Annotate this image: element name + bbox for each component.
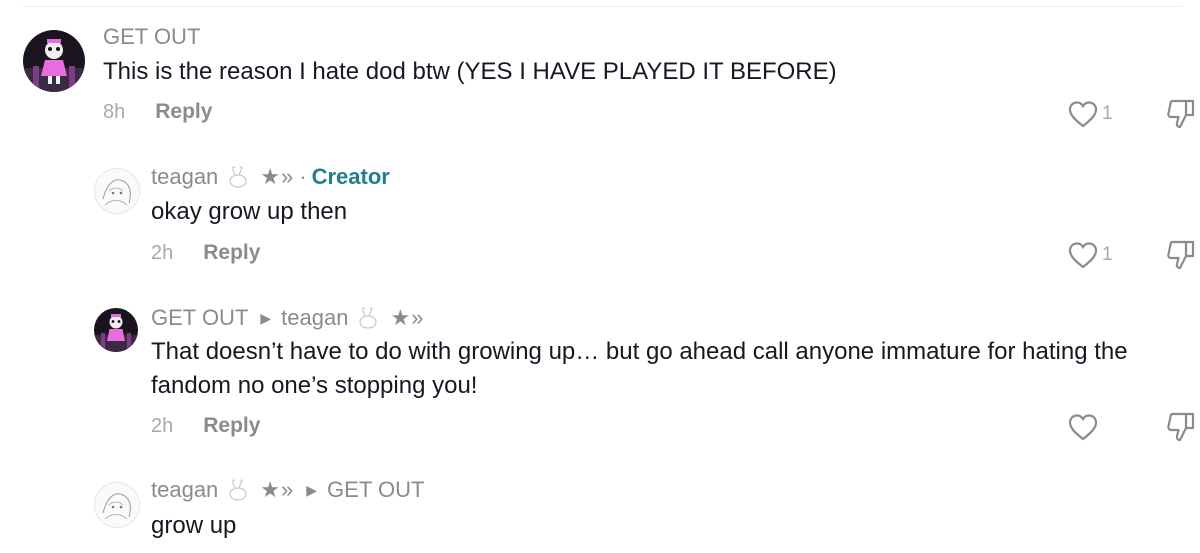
reply-button[interactable]: Reply (155, 100, 212, 123)
heart-icon (1068, 414, 1098, 441)
thumbs-down-icon (1167, 412, 1195, 442)
reply-username[interactable]: GET OUT (151, 305, 248, 331)
sketch-avatar-icon (95, 169, 139, 213)
thumbs-down-icon (1167, 99, 1195, 129)
like-button[interactable]: 1 (1068, 241, 1113, 269)
reply-text: That doesn’t have to do with growing up…… (151, 338, 1128, 399)
name-decoration: ★» (260, 477, 295, 502)
reply-username[interactable]: teagan (151, 477, 218, 503)
pink-character-avatar-icon (94, 308, 138, 352)
pink-character-avatar-icon (23, 30, 85, 92)
like-count: 1 (1102, 103, 1113, 124)
avatar[interactable] (94, 168, 140, 214)
heart-icon (1068, 101, 1098, 128)
like-count: 1 (1102, 244, 1113, 265)
reply-text: grow up (151, 512, 237, 539)
bunny-icon (229, 166, 247, 188)
comment-time: 8h (103, 101, 126, 123)
avatar[interactable] (94, 308, 138, 352)
thumbs-down-icon (1167, 240, 1195, 270)
comment-meta: 8h Reply (103, 100, 212, 124)
avatar[interactable] (94, 482, 140, 528)
reply-button[interactable]: Reply (203, 414, 260, 437)
creator-badge: Creator (311, 164, 390, 189)
avatar[interactable] (23, 30, 85, 92)
reply-username-line: teagan ★» ▶ GET OUT (151, 477, 424, 503)
name-decoration: ★» (260, 164, 295, 189)
reply-to-arrow: ▶ (306, 481, 318, 498)
bunny-icon (229, 479, 247, 501)
reply-username-line: GET OUT ▶ teagan ★» (151, 305, 424, 331)
reply-meta: 2h Reply (151, 241, 260, 265)
dislike-button[interactable] (1166, 411, 1196, 448)
reply-to-username[interactable]: GET OUT (327, 477, 424, 503)
like-button[interactable]: 1 (1068, 100, 1113, 128)
sketch-avatar-icon (95, 483, 139, 527)
bunny-icon (359, 307, 378, 329)
reply-time: 2h (151, 415, 174, 437)
separator: · (299, 164, 307, 189)
reply-username[interactable]: teagan (151, 164, 218, 190)
heart-icon (1068, 242, 1098, 269)
reply-username-line: teagan ★» · Creator (151, 164, 390, 190)
like-button[interactable] (1068, 413, 1102, 441)
reply-meta: 2h Reply (151, 414, 260, 438)
reply-to-username[interactable]: teagan (281, 305, 348, 331)
top-divider (22, 6, 1182, 7)
comment-username[interactable]: GET OUT (103, 24, 200, 50)
dislike-button[interactable] (1166, 98, 1196, 135)
dislike-button[interactable] (1166, 239, 1196, 276)
name-decoration: ★» (390, 305, 425, 330)
reply-to-arrow: ▶ (260, 309, 272, 326)
reply-time: 2h (151, 242, 174, 264)
reply-text: okay grow up then (151, 198, 348, 225)
reply-button[interactable]: Reply (203, 241, 260, 264)
comment-text: This is the reason I hate dod btw (YES I… (103, 58, 837, 85)
